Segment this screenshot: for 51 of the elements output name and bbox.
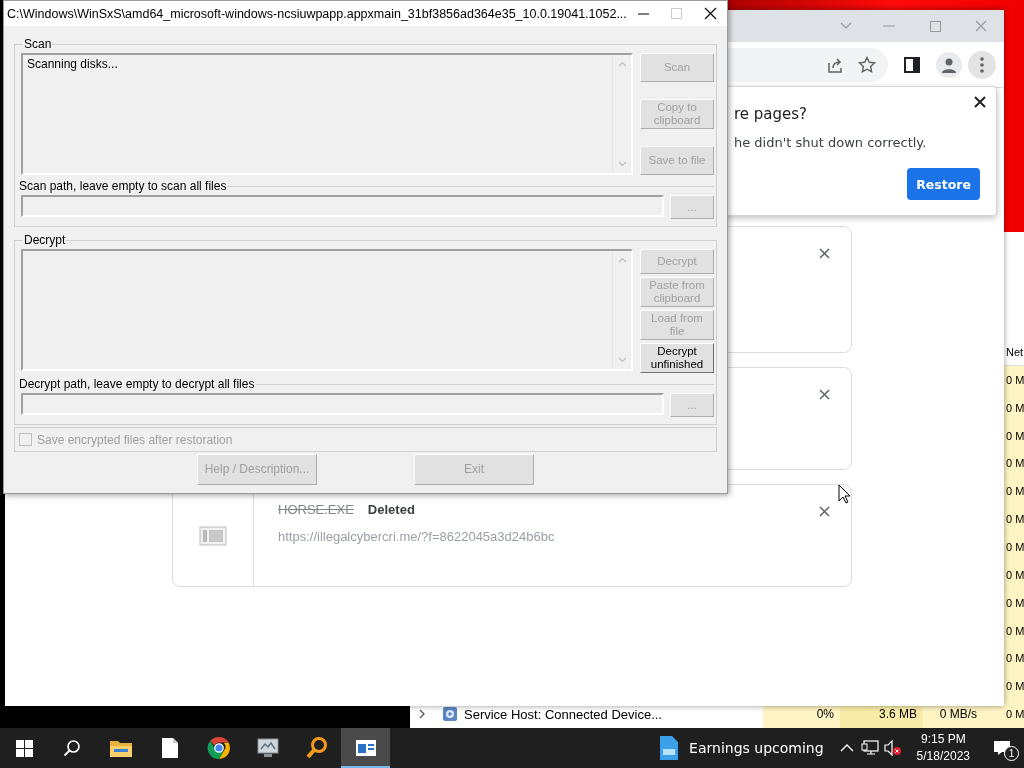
table-cell: 3.6 MB [879,707,917,722]
table-cell: 0 MB/s [939,707,977,722]
group-label: Scan [23,37,53,51]
column-header[interactable]: Net [1006,346,1024,359]
process-name: Service Host: Connected Device... [464,706,662,722]
table-cell: 0 M [1006,373,1024,386]
restore-button[interactable]: Restore [907,168,980,200]
share-icon[interactable] [826,55,844,74]
profile-avatar[interactable] [936,51,962,78]
table-cell: 0 M [1006,485,1024,498]
table-cell: 0 M [1006,513,1024,526]
document-icon [199,525,227,546]
table-cell: 0 M [1006,401,1024,414]
table-cell: 0 M [1006,596,1024,609]
path-field[interactable] [21,393,664,415]
group-label: Decrypt [23,233,67,247]
path-field[interactable] [21,195,664,217]
star-icon[interactable] [858,55,876,74]
table-cell: 0 M [1006,568,1024,581]
clock-date[interactable]: 5/18/2023 [916,748,970,765]
side-panel-icon[interactable] [904,56,920,73]
news-text[interactable]: Earnings upcoming [689,740,824,756]
field-label: Scan path, leave empty to scan all files [19,179,228,193]
table-cell: 0 M [1006,457,1024,470]
close-icon[interactable] [974,96,986,108]
table-cell: 0 M [1006,680,1024,693]
action-button[interactable]: Decrypt unfinished [640,343,714,373]
table-cell: 0 M [1006,624,1024,637]
minimize-icon[interactable] [638,12,649,15]
table-cell: 0 M [1006,708,1024,721]
table-cell: 0 M [1006,429,1024,442]
table-cell: 0 M [1006,652,1024,665]
field-label: Decrypt path, leave empty to decrypt all files [19,377,256,391]
log-area[interactable]: Scanning disks... [21,53,633,175]
chevron-icon[interactable] [418,709,426,720]
clock-time[interactable]: 9:15 PM [920,731,966,748]
download-url[interactable]: https://illegalcybercri.me/?f=8622045a3d24b6bc [278,529,788,544]
table-cell: 0% [816,707,834,722]
popup-message: he didn't shut down correctly. [734,135,928,150]
download-status: Deleted [367,502,415,517]
file-name: HORSE.EXE [278,502,354,517]
popup-title: re pages? [734,105,809,123]
checkbox-label: Save encrypted files after restoration [37,432,233,447]
table-cell: 0 M [1006,540,1024,553]
window-app-icon[interactable] [341,728,390,768]
log-text: Scanning disks... [27,57,118,71]
menu-icon[interactable] [968,50,996,79]
notification-badge: 1 [1004,746,1019,761]
news-icon[interactable] [659,735,680,761]
window-title: C:\Windows\WinSxS\amd64_microsoft-windows-ncsiuwpapp.appxmain_31bf3856ad364e35_10.0.19041.1052... [6,5,627,23]
close-icon[interactable] [703,7,717,20]
